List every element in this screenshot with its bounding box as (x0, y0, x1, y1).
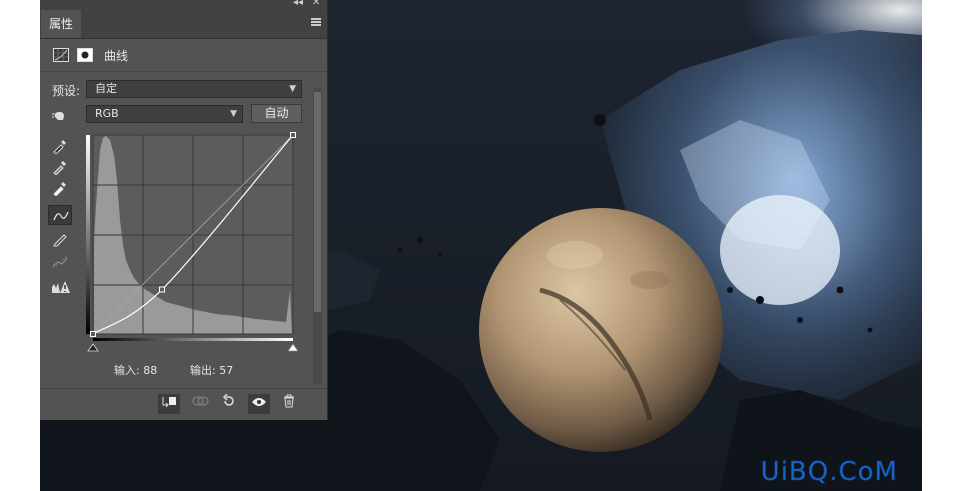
panel-footer (40, 388, 327, 420)
tab-properties[interactable]: 属性 (41, 10, 81, 38)
mask-icon[interactable] (77, 48, 93, 62)
visibility-eye-icon[interactable] (248, 394, 270, 414)
gray-point-eyedropper-icon[interactable] (48, 157, 72, 177)
adjustment-type-row: 曲线 (40, 39, 327, 72)
reset-icon[interactable] (218, 393, 240, 414)
curve-control-point[interactable] (159, 286, 166, 293)
input-readout: 输入: 88 (114, 362, 157, 378)
preset-dropdown[interactable]: 自定 ▼ (86, 80, 302, 98)
curve-control-point[interactable] (90, 331, 96, 337)
panel-titlebar: ◂◂ ✕ (40, 0, 327, 10)
properties-panel: ◂◂ ✕ 属性 曲线 预设: 自定 ▼ RGB ▼ 自动 输入: 88 输出: … (40, 0, 328, 420)
input-value: 88 (143, 364, 158, 377)
clipping-warning-icon[interactable] (48, 278, 72, 298)
chevron-down-icon: ▼ (230, 109, 237, 119)
black-input-slider[interactable] (87, 343, 99, 352)
scrollbar-thumb[interactable] (314, 92, 321, 312)
preset-value: 自定 (95, 82, 117, 95)
curve-plot[interactable] (86, 130, 299, 352)
view-previous-state-icon[interactable] (190, 394, 212, 414)
output-label: 输出: (190, 364, 216, 377)
auto-button[interactable]: 自动 (251, 104, 302, 123)
white-input-slider[interactable] (287, 343, 299, 352)
white-point-eyedropper-icon[interactable] (48, 178, 72, 198)
target-adjust-hand-icon[interactable] (48, 106, 72, 126)
close-panel-icon[interactable]: ✕ (312, 0, 320, 8)
channel-value: RGB (95, 107, 119, 120)
collapse-panel-icon[interactable]: ◂◂ (293, 0, 303, 8)
chevron-down-icon: ▼ (289, 84, 296, 94)
curves-layer-icon[interactable] (53, 48, 69, 62)
curve-control-point[interactable] (290, 132, 296, 138)
panel-tabbar: 属性 (40, 10, 327, 39)
pencil-icon[interactable] (48, 229, 72, 249)
black-point-eyedropper-icon[interactable] (48, 136, 72, 156)
clip-to-layer-icon[interactable] (158, 394, 180, 414)
preset-label: 预设: (52, 84, 81, 98)
channel-dropdown[interactable]: RGB ▼ (86, 105, 243, 123)
trash-icon[interactable] (278, 394, 300, 414)
adjustment-name: 曲线 (104, 49, 129, 63)
output-gradient-bar (86, 135, 90, 334)
edit-points-curve-icon[interactable] (48, 205, 72, 225)
panel-menu-icon[interactable] (311, 18, 321, 26)
output-value: 57 (219, 364, 234, 377)
site-watermark: UiBQ.CoM (760, 457, 898, 488)
input-gradient-bar (93, 338, 293, 341)
input-label: 输入: (114, 364, 140, 377)
smooth-curve-icon[interactable] (48, 252, 72, 272)
panel-scrollbar[interactable] (313, 88, 322, 384)
output-readout: 输出: 57 (190, 362, 233, 378)
curves-graph[interactable] (86, 130, 299, 352)
